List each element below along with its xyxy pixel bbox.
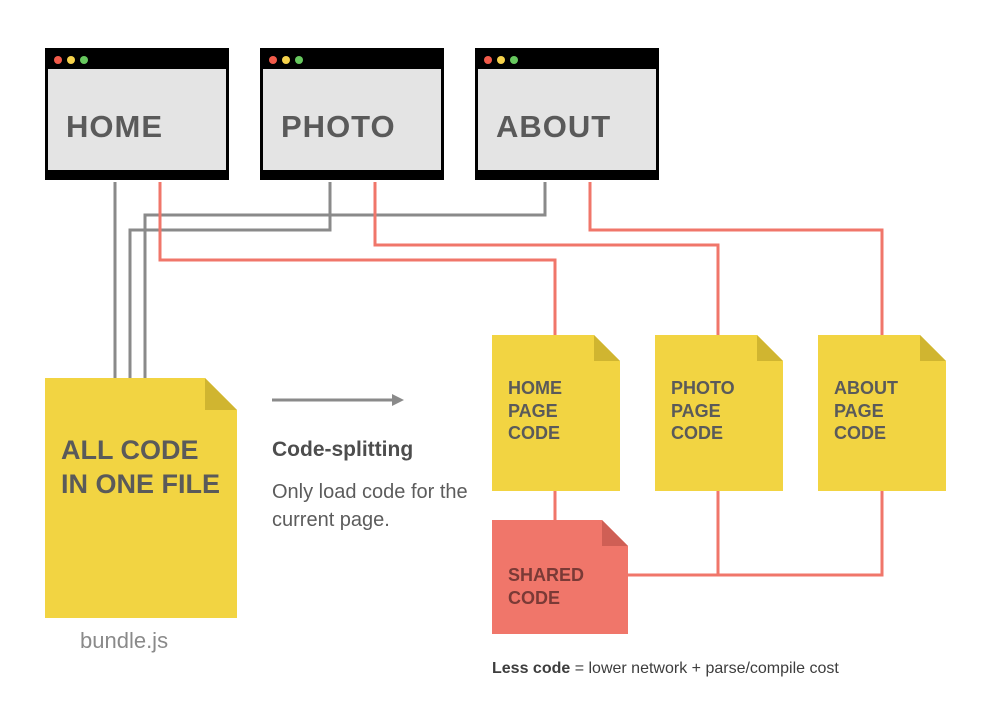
file-fold-icon xyxy=(205,378,237,410)
traffic-light-red-icon xyxy=(269,56,277,64)
browser-home: HOME xyxy=(45,48,229,180)
file-label: SHARED CODE xyxy=(508,564,612,609)
file-shared-code: SHARED CODE xyxy=(492,520,628,634)
file-about-page-code: ABOUT PAGE CODE xyxy=(818,335,946,491)
window-bottombar xyxy=(45,170,229,180)
caption: Code-splitting Only load code for the cu… xyxy=(272,438,472,534)
window-titlebar xyxy=(478,51,656,69)
browser-label: PHOTO xyxy=(281,109,396,145)
file-fold-icon xyxy=(602,520,628,546)
traffic-light-yellow-icon xyxy=(282,56,290,64)
file-photo-page-code: PHOTO PAGE CODE xyxy=(655,335,783,491)
traffic-light-red-icon xyxy=(484,56,492,64)
window-titlebar xyxy=(48,51,226,69)
browser-label: HOME xyxy=(66,109,163,145)
file-label: ALL CODE IN ONE FILE xyxy=(61,434,221,502)
traffic-light-green-icon xyxy=(510,56,518,64)
file-fold-icon xyxy=(594,335,620,361)
file-label: ABOUT PAGE CODE xyxy=(834,377,930,445)
bundle-filename: bundle.js xyxy=(80,628,168,654)
traffic-light-red-icon xyxy=(54,56,62,64)
browser-label: ABOUT xyxy=(496,109,611,145)
file-bundle: ALL CODE IN ONE FILE xyxy=(45,378,237,618)
footnote-rest: = lower network + parse/compile cost xyxy=(570,660,839,677)
diagram-canvas: HOME PHOTO ABOUT ALL CODE IN ONE FILE bu… xyxy=(0,0,995,715)
caption-subtitle: Only load code for the current page. xyxy=(272,478,472,534)
browser-photo: PHOTO xyxy=(260,48,444,180)
caption-title: Code-splitting xyxy=(272,438,472,462)
window-titlebar xyxy=(263,51,441,69)
window-bottombar xyxy=(475,170,659,180)
file-fold-icon xyxy=(920,335,946,361)
file-fold-icon xyxy=(757,335,783,361)
browser-about: ABOUT xyxy=(475,48,659,180)
traffic-light-green-icon xyxy=(80,56,88,64)
file-label: HOME PAGE CODE xyxy=(508,377,604,445)
traffic-light-green-icon xyxy=(295,56,303,64)
footnote-bold: Less code xyxy=(492,660,570,677)
file-label: PHOTO PAGE CODE xyxy=(671,377,767,445)
file-home-page-code: HOME PAGE CODE xyxy=(492,335,620,491)
footnote: Less code = lower network + parse/compil… xyxy=(492,660,839,678)
window-bottombar xyxy=(260,170,444,180)
traffic-light-yellow-icon xyxy=(497,56,505,64)
traffic-light-yellow-icon xyxy=(67,56,75,64)
